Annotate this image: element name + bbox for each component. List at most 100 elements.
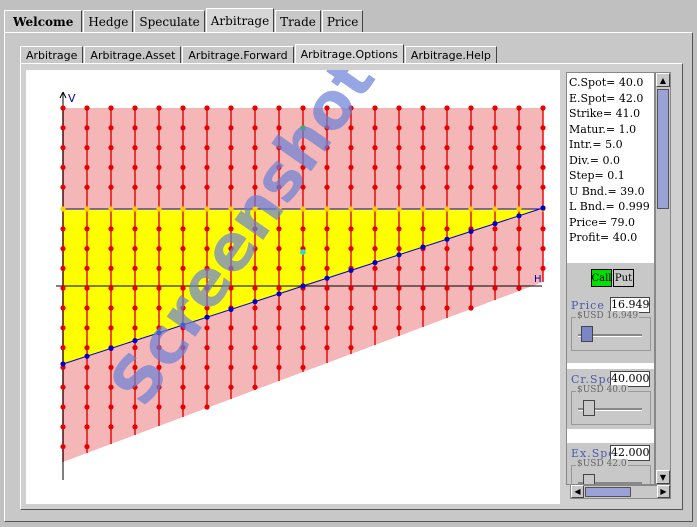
- tab-welcome[interactable]: Welcome: [4, 10, 83, 32]
- lattice-dot: [132, 424, 138, 430]
- lattice-dot: [276, 265, 282, 271]
- lattice-dot: [252, 325, 258, 331]
- scroll-down-icon[interactable]: ▼: [656, 470, 670, 484]
- lattice-dot: [396, 226, 402, 232]
- tab-speculate[interactable]: Speculate: [134, 10, 205, 32]
- lattice-dot: [444, 145, 450, 151]
- put-button[interactable]: Put: [613, 269, 634, 287]
- lattice-dot: [180, 384, 186, 390]
- lattice-dot: [396, 246, 402, 252]
- lattice-dot: [108, 184, 114, 190]
- call-button[interactable]: Call: [591, 269, 612, 287]
- tab-arbitrage[interactable]: Arbitrage: [205, 8, 275, 32]
- lattice-dot: [396, 184, 402, 190]
- lattice-dot: [468, 184, 474, 190]
- vertical-scroll-thumb[interactable]: [657, 89, 669, 209]
- exercise-spot-slider-group: $USD 42.0: [571, 459, 651, 484]
- lattice-dot: [468, 265, 474, 271]
- options-lattice-chart[interactable]: V H Screenshot: [26, 70, 560, 504]
- lattice-dot: [132, 164, 138, 170]
- lattice-dot: [228, 125, 234, 131]
- lattice-dot: [420, 305, 426, 311]
- subtab-arbitrage-options[interactable]: Arbitrage.Options: [294, 44, 404, 64]
- lattice-dot: [132, 184, 138, 190]
- lattice-dot: [396, 105, 402, 111]
- lattice-dot: [300, 265, 306, 271]
- lattice-dot: [540, 145, 546, 151]
- lattice-dot: [84, 444, 90, 450]
- lattice-dot: [492, 105, 498, 111]
- subtab-arbitrage[interactable]: Arbitrage: [20, 46, 84, 64]
- lattice-dot: [60, 424, 66, 430]
- lattice-dot: [396, 305, 402, 311]
- lattice-dot: [132, 226, 138, 232]
- lattice-dot: [252, 285, 258, 291]
- lattice-dot: [468, 246, 474, 252]
- scroll-left-icon[interactable]: ◀: [571, 485, 584, 498]
- param-upper-bound: U Bnd.= 39.0: [569, 184, 645, 198]
- param-maturity: Matur.= 1.0: [569, 122, 637, 136]
- lattice-dot: [156, 145, 162, 151]
- lattice-dot: [84, 206, 90, 212]
- current-spot-slider-title: $USD 40.0: [576, 385, 628, 395]
- lattice-dot: [156, 265, 162, 271]
- lattice-dot: [180, 404, 186, 410]
- tab-trade[interactable]: Trade: [275, 10, 321, 32]
- exercise-spot-slider-thumb[interactable]: [583, 474, 596, 484]
- lattice-dot: [180, 125, 186, 131]
- price-slider-group: $USD 16.949: [571, 311, 651, 351]
- horizontal-scrollbar[interactable]: ◀ ▶: [570, 485, 671, 499]
- lattice-dot: [324, 285, 330, 291]
- lattice-dot: [348, 184, 354, 190]
- vertical-scrollbar[interactable]: ▲ ▼: [655, 72, 671, 485]
- horizontal-scroll-thumb[interactable]: [585, 487, 631, 497]
- lattice-dot: [180, 226, 186, 232]
- lattice-dot: [84, 145, 90, 151]
- param-price: Price= 79.0: [569, 215, 636, 229]
- lattice-dot: [84, 285, 90, 291]
- tab-hedge[interactable]: Hedge: [83, 10, 134, 32]
- lattice-dot: [180, 184, 186, 190]
- lattice-dot: [468, 206, 474, 212]
- lattice-dot: [252, 384, 258, 390]
- lattice-dot: [180, 105, 186, 111]
- lattice-dot: [420, 105, 426, 111]
- lattice-dot: [60, 265, 66, 271]
- lattice-dot: [108, 226, 114, 232]
- param-lower-bound: L Bnd.= 0.999: [569, 200, 650, 213]
- lattice-dot: [396, 325, 402, 331]
- lattice-dot: [396, 265, 402, 271]
- lattice-dot: [132, 285, 138, 291]
- subtab-arbitrage-help[interactable]: Arbitrage.Help: [404, 46, 497, 64]
- lattice-dot: [252, 125, 258, 131]
- payoff-dot: [516, 213, 522, 219]
- parameter-panel: C.Spot= 40.0 E.Spot= 42.0 Strike= 41.0 M…: [566, 72, 655, 485]
- tab-price[interactable]: Price: [321, 10, 364, 32]
- lattice-dot: [108, 404, 114, 410]
- lattice-dot: [204, 384, 210, 390]
- lattice-dot: [324, 226, 330, 232]
- lattice-dot: [60, 325, 66, 331]
- lattice-dot: [492, 125, 498, 131]
- price-slider-thumb[interactable]: [580, 326, 593, 342]
- scroll-right-icon[interactable]: ▶: [657, 485, 670, 498]
- current-spot-slider-thumb[interactable]: [583, 400, 596, 416]
- payoff-dot: [396, 252, 402, 258]
- lattice-dot: [372, 164, 378, 170]
- lattice-dot: [204, 404, 210, 410]
- subtab-arbitrage-asset[interactable]: Arbitrage.Asset: [84, 46, 182, 64]
- payoff-dot: [420, 244, 426, 250]
- lattice-dot: [132, 125, 138, 131]
- lattice-dot: [108, 265, 114, 271]
- lattice-dot: [60, 184, 66, 190]
- lattice-dot: [84, 305, 90, 311]
- lattice-dot: [156, 125, 162, 131]
- lattice-dot: [276, 305, 282, 311]
- subtab-arbitrage-forward[interactable]: Arbitrage.Forward: [182, 46, 294, 64]
- scroll-up-icon[interactable]: ▲: [656, 73, 670, 87]
- lattice-dot: [84, 384, 90, 390]
- lattice-dot: [84, 246, 90, 252]
- lattice-dot: [540, 125, 546, 131]
- lattice-dot: [252, 364, 258, 370]
- lattice-dot: [108, 105, 114, 111]
